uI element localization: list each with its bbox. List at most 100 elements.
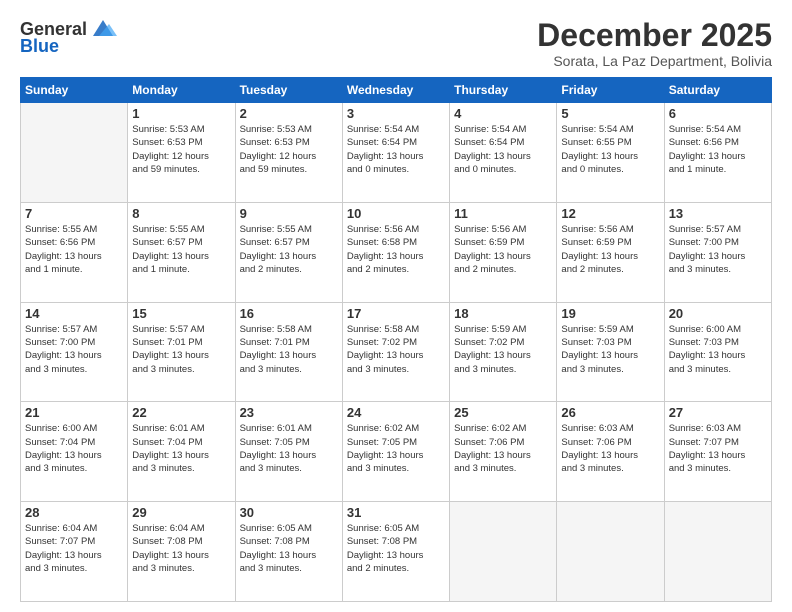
calendar-cell bbox=[21, 103, 128, 203]
day-number: 8 bbox=[132, 206, 230, 221]
day-info: Sunrise: 5:57 AM Sunset: 7:00 PM Dayligh… bbox=[669, 223, 767, 276]
location: Sorata, La Paz Department, Bolivia bbox=[537, 53, 772, 69]
calendar-header-row: SundayMondayTuesdayWednesdayThursdayFrid… bbox=[21, 78, 772, 103]
calendar-cell bbox=[557, 502, 664, 602]
calendar-cell: 20Sunrise: 6:00 AM Sunset: 7:03 PM Dayli… bbox=[664, 302, 771, 402]
day-number: 30 bbox=[240, 505, 338, 520]
header: General Blue December 2025 Sorata, La Pa… bbox=[20, 18, 772, 69]
day-number: 24 bbox=[347, 405, 445, 420]
day-number: 27 bbox=[669, 405, 767, 420]
day-number: 9 bbox=[240, 206, 338, 221]
calendar-cell: 24 Sunrise: 6:02 AM Sunset: 7:05 PM Dayli… bbox=[342, 402, 449, 502]
day-number: 15 bbox=[132, 306, 230, 321]
page: General Blue December 2025 Sorata, La Pa… bbox=[0, 0, 792, 612]
day-info: Sunrise: 6:05 AM Sunset: 7:08 PM Dayligh… bbox=[240, 522, 338, 575]
calendar-cell: 10 Sunrise: 5:56 AM Sunset: 6:58 PM Dayli… bbox=[342, 202, 449, 302]
day-info: Sunrise: 5:57 AM Sunset: 7:01 PM Dayligh… bbox=[132, 323, 230, 376]
calendar-week-row: 1 Sunrise: 5:53 AM Sunset: 6:53 PM Daylig… bbox=[21, 103, 772, 203]
calendar-cell bbox=[450, 502, 557, 602]
day-number: 4 bbox=[454, 106, 552, 121]
logo-text-blue: Blue bbox=[20, 36, 59, 57]
day-info: Sunrise: 5:54 AM Sunset: 6:54 PM Dayligh… bbox=[347, 123, 445, 176]
day-number: 28 bbox=[25, 505, 123, 520]
calendar-day-header: Sunday bbox=[21, 78, 128, 103]
calendar-cell: 17 Sunrise: 5:58 AM Sunset: 7:02 PM Dayli… bbox=[342, 302, 449, 402]
calendar-cell: 7 Sunrise: 5:55 AM Sunset: 6:56 PM Daylig… bbox=[21, 202, 128, 302]
day-number: 10 bbox=[347, 206, 445, 221]
calendar-cell: 9 Sunrise: 5:55 AM Sunset: 6:57 PM Daylig… bbox=[235, 202, 342, 302]
day-number: 2 bbox=[240, 106, 338, 121]
calendar-cell: 15 Sunrise: 5:57 AM Sunset: 7:01 PM Dayli… bbox=[128, 302, 235, 402]
calendar-cell: 4 Sunrise: 5:54 AM Sunset: 6:54 PM Daylig… bbox=[450, 103, 557, 203]
day-info: Sunrise: 5:59 AM Sunset: 7:03 PM Dayligh… bbox=[561, 323, 659, 376]
calendar-day-header: Saturday bbox=[664, 78, 771, 103]
day-number: 11 bbox=[454, 206, 552, 221]
day-info: Sunrise: 6:05 AM Sunset: 7:08 PM Dayligh… bbox=[347, 522, 445, 575]
day-number: 29 bbox=[132, 505, 230, 520]
day-info: Sunrise: 5:53 AM Sunset: 6:53 PM Dayligh… bbox=[132, 123, 230, 176]
day-info: Sunrise: 6:01 AM Sunset: 7:04 PM Dayligh… bbox=[132, 422, 230, 475]
day-info: Sunrise: 6:03 AM Sunset: 7:07 PM Dayligh… bbox=[669, 422, 767, 475]
day-number: 12 bbox=[561, 206, 659, 221]
day-info: Sunrise: 5:54 AM Sunset: 6:56 PM Dayligh… bbox=[669, 123, 767, 176]
day-info: Sunrise: 5:59 AM Sunset: 7:02 PM Dayligh… bbox=[454, 323, 552, 376]
calendar-cell: 19 Sunrise: 5:59 AM Sunset: 7:03 PM Dayli… bbox=[557, 302, 664, 402]
day-info: Sunrise: 5:54 AM Sunset: 6:54 PM Dayligh… bbox=[454, 123, 552, 176]
calendar-cell: 1 Sunrise: 5:53 AM Sunset: 6:53 PM Daylig… bbox=[128, 103, 235, 203]
calendar-cell: 26 Sunrise: 6:03 AM Sunset: 7:06 PM Dayli… bbox=[557, 402, 664, 502]
calendar-cell: 3 Sunrise: 5:54 AM Sunset: 6:54 PM Daylig… bbox=[342, 103, 449, 203]
logo-icon bbox=[89, 18, 117, 40]
calendar-cell: 5Sunrise: 5:54 AM Sunset: 6:55 PM Daylig… bbox=[557, 103, 664, 203]
calendar-cell: 18 Sunrise: 5:59 AM Sunset: 7:02 PM Dayli… bbox=[450, 302, 557, 402]
calendar-week-row: 7 Sunrise: 5:55 AM Sunset: 6:56 PM Daylig… bbox=[21, 202, 772, 302]
calendar-cell: 25 Sunrise: 6:02 AM Sunset: 7:06 PM Dayli… bbox=[450, 402, 557, 502]
day-number: 6 bbox=[669, 106, 767, 121]
calendar-cell: 12 Sunrise: 5:56 AM Sunset: 6:59 PM Dayli… bbox=[557, 202, 664, 302]
day-number: 21 bbox=[25, 405, 123, 420]
day-number: 25 bbox=[454, 405, 552, 420]
day-info: Sunrise: 6:01 AM Sunset: 7:05 PM Dayligh… bbox=[240, 422, 338, 475]
day-info: Sunrise: 5:58 AM Sunset: 7:01 PM Dayligh… bbox=[240, 323, 338, 376]
day-info: Sunrise: 5:57 AM Sunset: 7:00 PM Dayligh… bbox=[25, 323, 123, 376]
day-number: 16 bbox=[240, 306, 338, 321]
calendar-day-header: Wednesday bbox=[342, 78, 449, 103]
day-info: Sunrise: 5:58 AM Sunset: 7:02 PM Dayligh… bbox=[347, 323, 445, 376]
calendar-week-row: 28 Sunrise: 6:04 AM Sunset: 7:07 PM Dayli… bbox=[21, 502, 772, 602]
calendar-cell: 31 Sunrise: 6:05 AM Sunset: 7:08 PM Dayli… bbox=[342, 502, 449, 602]
day-info: Sunrise: 5:55 AM Sunset: 6:56 PM Dayligh… bbox=[25, 223, 123, 276]
calendar-cell: 22 Sunrise: 6:01 AM Sunset: 7:04 PM Dayli… bbox=[128, 402, 235, 502]
day-info: Sunrise: 6:04 AM Sunset: 7:07 PM Dayligh… bbox=[25, 522, 123, 575]
calendar-cell: 2 Sunrise: 5:53 AM Sunset: 6:53 PM Daylig… bbox=[235, 103, 342, 203]
calendar-cell: 29Sunrise: 6:04 AM Sunset: 7:08 PM Dayli… bbox=[128, 502, 235, 602]
day-number: 18 bbox=[454, 306, 552, 321]
calendar-cell: 13 Sunrise: 5:57 AM Sunset: 7:00 PM Dayli… bbox=[664, 202, 771, 302]
calendar-cell: 6 Sunrise: 5:54 AM Sunset: 6:56 PM Daylig… bbox=[664, 103, 771, 203]
day-number: 26 bbox=[561, 405, 659, 420]
day-info: Sunrise: 5:55 AM Sunset: 6:57 PM Dayligh… bbox=[240, 223, 338, 276]
day-number: 20 bbox=[669, 306, 767, 321]
day-info: Sunrise: 6:03 AM Sunset: 7:06 PM Dayligh… bbox=[561, 422, 659, 475]
calendar-cell: 21 Sunrise: 6:00 AM Sunset: 7:04 PM Dayli… bbox=[21, 402, 128, 502]
calendar-cell: 11 Sunrise: 5:56 AM Sunset: 6:59 PM Dayli… bbox=[450, 202, 557, 302]
day-number: 17 bbox=[347, 306, 445, 321]
day-info: Sunrise: 5:53 AM Sunset: 6:53 PM Dayligh… bbox=[240, 123, 338, 176]
day-info: Sunrise: 5:56 AM Sunset: 6:59 PM Dayligh… bbox=[454, 223, 552, 276]
calendar-cell: 16 Sunrise: 5:58 AM Sunset: 7:01 PM Dayli… bbox=[235, 302, 342, 402]
day-number: 7 bbox=[25, 206, 123, 221]
day-number: 23 bbox=[240, 405, 338, 420]
day-info: Sunrise: 5:56 AM Sunset: 6:59 PM Dayligh… bbox=[561, 223, 659, 276]
day-number: 13 bbox=[669, 206, 767, 221]
day-number: 19 bbox=[561, 306, 659, 321]
calendar-cell: 28 Sunrise: 6:04 AM Sunset: 7:07 PM Dayli… bbox=[21, 502, 128, 602]
day-number: 3 bbox=[347, 106, 445, 121]
logo: General Blue bbox=[20, 18, 117, 57]
day-info: Sunrise: 6:02 AM Sunset: 7:05 PM Dayligh… bbox=[347, 422, 445, 475]
day-number: 31 bbox=[347, 505, 445, 520]
day-info: Sunrise: 5:56 AM Sunset: 6:58 PM Dayligh… bbox=[347, 223, 445, 276]
day-number: 22 bbox=[132, 405, 230, 420]
day-info: Sunrise: 6:00 AM Sunset: 7:04 PM Dayligh… bbox=[25, 422, 123, 475]
day-number: 1 bbox=[132, 106, 230, 121]
day-info: Sunrise: 6:02 AM Sunset: 7:06 PM Dayligh… bbox=[454, 422, 552, 475]
calendar-cell: 23 Sunrise: 6:01 AM Sunset: 7:05 PM Dayli… bbox=[235, 402, 342, 502]
calendar-cell: 14Sunrise: 5:57 AM Sunset: 7:00 PM Dayli… bbox=[21, 302, 128, 402]
